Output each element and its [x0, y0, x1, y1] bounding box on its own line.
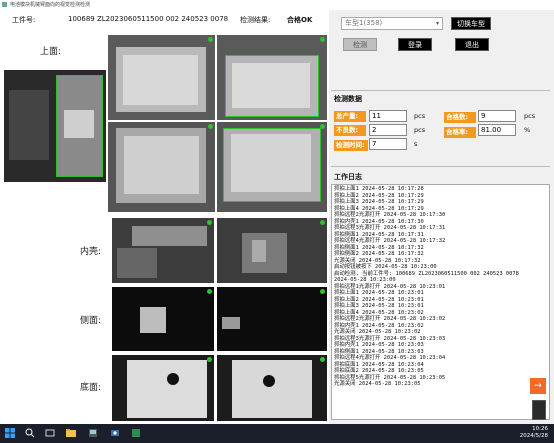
section-side-label: 侧面: — [80, 316, 102, 326]
file-explorer-icon[interactable] — [66, 428, 76, 438]
time-value: 7 — [369, 138, 407, 150]
result-value: 合格OK — [287, 16, 313, 24]
fail-label: 不良数: — [334, 125, 366, 136]
time-unit: s — [414, 140, 418, 148]
top-image-2[interactable] — [217, 35, 327, 120]
divider — [331, 90, 550, 91]
chevron-down-icon: ▾ — [435, 20, 439, 27]
bottom-image-2[interactable] — [217, 355, 327, 421]
pass-unit: pcs — [524, 112, 536, 120]
work-no-value: 100689 ZL2023060511500 002 240523 0078 — [68, 15, 229, 23]
exit-button[interactable]: 退出 — [455, 38, 489, 51]
panel-toggle[interactable] — [532, 400, 546, 420]
app-icon — [2, 2, 7, 7]
result-label: 检测结果: — [240, 16, 271, 24]
clock-date: 2024/5/28 — [519, 433, 548, 439]
rate-label: 合格率: — [444, 127, 476, 138]
bottom-image-1[interactable] — [112, 355, 214, 421]
top-overview-image[interactable] — [4, 70, 106, 182]
time-label: 检测时间: — [334, 140, 368, 151]
camera-app-icon[interactable] — [110, 428, 120, 438]
taskbar: 10:26 2024/5/28 — [0, 424, 554, 443]
log-title: 工作日志 — [334, 173, 362, 181]
model-select[interactable]: 车型1(358) ▾ — [341, 17, 443, 30]
work-log[interactable]: 抓拍上面1 2024-05-28 10:17:28 抓拍上面2 2024-05-2… — [331, 184, 550, 420]
windows-start-icon[interactable] — [5, 428, 15, 438]
side-image-1[interactable] — [112, 287, 214, 351]
total-label: 总产量: — [334, 111, 366, 122]
pass-value: 9 — [478, 110, 516, 122]
rate-value: 81.00 — [478, 124, 516, 136]
rate-unit: % — [524, 126, 531, 134]
login-button[interactable]: 登录 — [398, 38, 432, 51]
work-no-label: 工件号: — [12, 16, 36, 24]
stats-title: 检测数据 — [334, 95, 362, 103]
arrow-right-icon[interactable]: → — [530, 378, 546, 394]
divider — [331, 166, 550, 167]
fail-unit: pcs — [414, 126, 426, 134]
detect-button[interactable]: 检测 — [343, 38, 377, 51]
search-icon[interactable] — [25, 428, 35, 438]
inner-image-1[interactable] — [112, 218, 214, 283]
title-bar: 电池模块机械臂面向的视觉检测检测 — [0, 0, 554, 10]
section-inner-label: 内壳: — [80, 247, 102, 257]
log-line: 光源关闭 2024-05-28 10:23:05 — [334, 381, 421, 387]
app-icon[interactable] — [88, 428, 98, 438]
top-image-3[interactable] — [108, 122, 215, 212]
task-view-icon[interactable] — [45, 428, 55, 438]
top-image-4[interactable] — [217, 122, 327, 212]
fail-value: 2 — [369, 124, 407, 136]
system-clock[interactable]: 10:26 2024/5/28 — [520, 426, 548, 440]
window-title: 电池模块机械臂面向的视觉检测检测 — [10, 2, 91, 8]
switch-model-button[interactable]: 切换车型 — [451, 17, 491, 30]
detection-app-icon[interactable] — [131, 428, 141, 438]
inner-image-2[interactable] — [217, 218, 327, 283]
pass-label: 合格数: — [444, 112, 476, 123]
top-image-1[interactable] — [108, 35, 215, 120]
model-select-value: 车型1(358) — [345, 19, 383, 27]
side-image-2[interactable] — [217, 287, 327, 351]
section-bottom-label: 底面: — [80, 383, 102, 393]
clock-time: 10:26 — [532, 426, 548, 432]
section-top-label: 上面: — [40, 47, 62, 57]
total-unit: pcs — [414, 112, 426, 120]
total-value: 11 — [369, 110, 407, 122]
